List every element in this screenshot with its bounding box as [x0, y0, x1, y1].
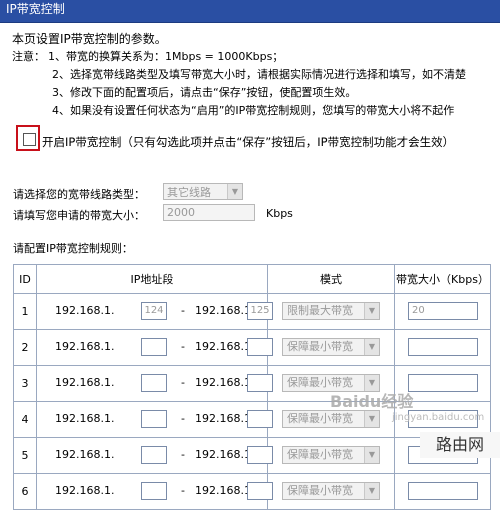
- note-line-2: 2、选择宽带线路类型及填写带宽大小时，请根据实际情况进行选择和填写，如不清楚: [52, 68, 466, 81]
- chevron-down-icon: ▼: [364, 411, 379, 427]
- ip-prefix-end: 192.168.1.: [195, 304, 255, 317]
- row-id: 5: [13, 437, 37, 474]
- line-type-select[interactable]: 其它线路 ▼: [163, 183, 243, 200]
- baidu-watermark: Baidu经验: [330, 392, 414, 411]
- mode-value: 保障最小带宽: [287, 448, 353, 461]
- ip-range-cell: 192.168.1. - 192.168.1.: [36, 473, 273, 510]
- bandwidth-value-input[interactable]: [408, 338, 478, 356]
- mode-cell: 保障最小带宽 ▼: [267, 329, 395, 366]
- ip-prefix-end: 192.168.1.: [195, 412, 255, 425]
- mode-value: 保障最小带宽: [287, 340, 353, 353]
- line-type-label: 请选择您的宽带线路类型：: [13, 188, 145, 201]
- ip-prefix-end: 192.168.1.: [195, 484, 255, 497]
- bandwidth-value-input[interactable]: 20: [408, 302, 478, 320]
- mode-value: 限制最大带宽: [287, 304, 353, 317]
- range-dash: -: [181, 376, 185, 389]
- note-line-3: 3、修改下面的配置项后，请点击“保存”按钮，使配置项生效。: [52, 86, 357, 99]
- header-id: ID: [13, 264, 37, 294]
- ip-start-input[interactable]: [141, 338, 167, 356]
- ip-range-cell: 192.168.1. - 192.168.1.: [36, 437, 273, 474]
- range-dash: -: [181, 340, 185, 353]
- ip-prefix-start: 192.168.1.: [55, 448, 115, 461]
- mode-cell: 保障最小带宽 ▼: [267, 473, 395, 510]
- mode-select[interactable]: 保障最小带宽 ▼: [282, 482, 380, 500]
- mode-value: 保障最小带宽: [287, 412, 353, 425]
- mode-select[interactable]: 限制最大带宽 ▼: [282, 302, 380, 320]
- header-ip-range: IP地址段: [36, 264, 268, 294]
- row-id: 2: [13, 329, 37, 366]
- ip-range-cell: 192.168.1. - 192.168.1.: [36, 401, 273, 438]
- ip-prefix-start: 192.168.1.: [55, 376, 115, 389]
- ip-prefix-start: 192.168.1.: [55, 484, 115, 497]
- ip-range-cell: 192.168.1. - 192.168.1.: [36, 365, 273, 402]
- ip-start-input[interactable]: [141, 446, 167, 464]
- rules-table: ID IP地址段 模式 带宽大小（Kbps） 1 192.168.1. 124 …: [13, 264, 491, 510]
- range-dash: -: [181, 412, 185, 425]
- table-row: 6 192.168.1. - 192.168.1. 保障最小带宽 ▼: [13, 473, 491, 510]
- table-row: 5 192.168.1. - 192.168.1. 保障最小带宽 ▼: [13, 437, 491, 474]
- enable-label: 开启IP带宽控制（只有勾选此项并点击“保存”按钮后，IP带宽控制功能才会生效）: [42, 135, 455, 149]
- ip-prefix-end: 192.168.1.: [195, 448, 255, 461]
- bandwidth-cell: [394, 329, 491, 366]
- mode-cell: 限制最大带宽 ▼: [267, 293, 395, 330]
- bandwidth-unit: Kbps: [266, 207, 293, 220]
- ip-range-cell: 192.168.1. 124 - 192.168.1. 125: [36, 293, 273, 330]
- mode-select[interactable]: 保障最小带宽 ▼: [282, 410, 380, 428]
- table-header-row: ID IP地址段 模式 带宽大小（Kbps）: [13, 264, 491, 294]
- row-id: 4: [13, 401, 37, 438]
- mode-select[interactable]: 保障最小带宽 ▼: [282, 446, 380, 464]
- bandwidth-value-input[interactable]: [408, 482, 478, 500]
- baidu-watermark-url: jingyan.baidu.com: [392, 412, 485, 423]
- row-id: 1: [13, 293, 37, 330]
- mode-cell: 保障最小带宽 ▼: [267, 437, 395, 474]
- ip-start-input[interactable]: 124: [141, 302, 167, 320]
- bandwidth-cell: [394, 473, 491, 510]
- ip-prefix-end: 192.168.1.: [195, 340, 255, 353]
- header-bandwidth: 带宽大小（Kbps）: [394, 264, 491, 294]
- header-mode: 模式: [267, 264, 395, 294]
- chevron-down-icon: ▼: [364, 483, 379, 499]
- notes-label: 注意：: [12, 50, 45, 63]
- rules-title: 请配置IP带宽控制规则：: [13, 242, 133, 255]
- range-dash: -: [181, 484, 185, 497]
- bandwidth-input[interactable]: 2000: [163, 204, 255, 221]
- ip-start-input[interactable]: [141, 410, 167, 428]
- bandwidth-cell: 20: [394, 293, 491, 330]
- table-row: 3 192.168.1. - 192.168.1. 保障最小带宽 ▼: [13, 365, 491, 402]
- chevron-down-icon: ▼: [364, 303, 379, 319]
- note-line-4: 4、如果没有设置任何状态为“启用”的IP带宽控制规则，您填写的带宽大小将不起作: [52, 104, 455, 117]
- line-type-value: 其它线路: [167, 186, 211, 199]
- row-id: 6: [13, 473, 37, 510]
- table-row: 2 192.168.1. - 192.168.1. 保障最小带宽 ▼: [13, 329, 491, 366]
- ip-prefix-end: 192.168.1.: [195, 376, 255, 389]
- chevron-down-icon: ▼: [364, 339, 379, 355]
- mode-select[interactable]: 保障最小带宽 ▼: [282, 338, 380, 356]
- row-id: 3: [13, 365, 37, 402]
- note-line-1: 1、带宽的换算关系为：1Mbps = 1000Kbps；: [48, 50, 284, 63]
- mode-value: 保障最小带宽: [287, 484, 353, 497]
- chevron-down-icon: ▼: [227, 184, 242, 199]
- intro-text: 本页设置IP带宽控制的参数。: [12, 32, 167, 46]
- ip-start-input[interactable]: [141, 374, 167, 392]
- window-title: IP带宽控制: [6, 2, 65, 16]
- ip-prefix-start: 192.168.1.: [55, 340, 115, 353]
- range-dash: -: [181, 448, 185, 461]
- range-dash: -: [181, 304, 185, 317]
- ip-prefix-start: 192.168.1.: [55, 412, 115, 425]
- enable-highlight: [16, 125, 40, 151]
- ip-prefix-start: 192.168.1.: [55, 304, 115, 317]
- ip-range-cell: 192.168.1. - 192.168.1.: [36, 329, 273, 366]
- bandwidth-value-input[interactable]: [408, 374, 478, 392]
- enable-checkbox[interactable]: [23, 133, 36, 146]
- ip-start-input[interactable]: [141, 482, 167, 500]
- window-titlebar: IP带宽控制: [0, 0, 500, 23]
- chevron-down-icon: ▼: [364, 447, 379, 463]
- bandwidth-label: 请填写您申请的带宽大小：: [13, 209, 145, 222]
- table-row: 1 192.168.1. 124 - 192.168.1. 125 限制最大带宽…: [13, 293, 491, 330]
- site-badge: 路由网: [420, 432, 500, 458]
